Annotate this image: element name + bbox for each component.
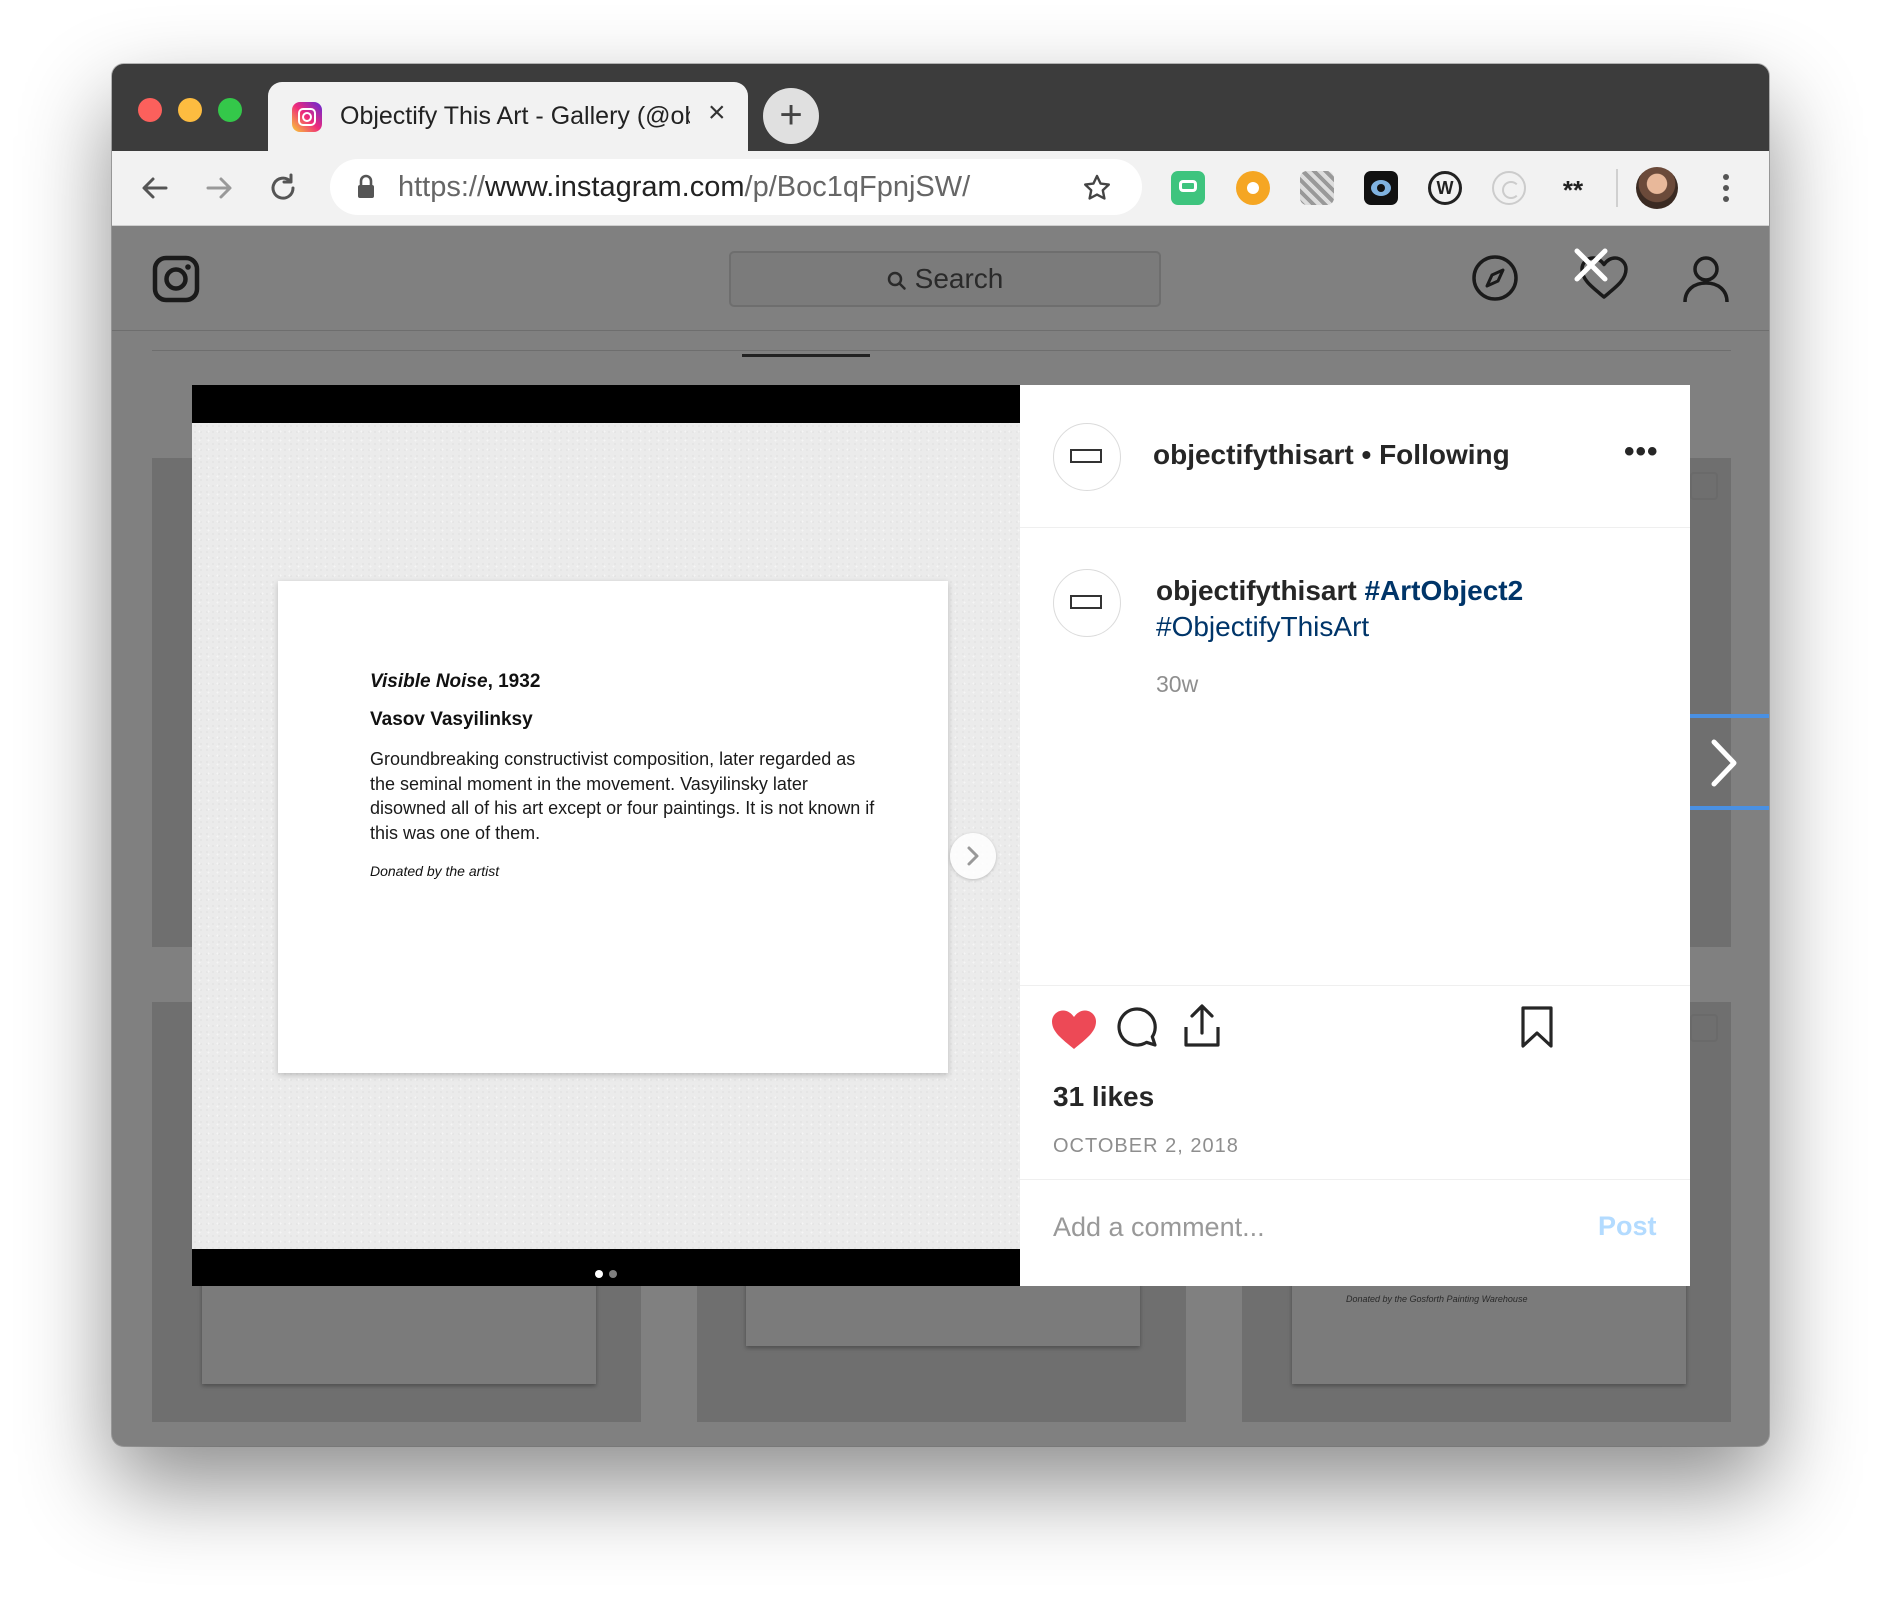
tab-title: Objectify This Art - Gallery (@objectify…	[340, 102, 690, 130]
eye-extension-icon[interactable]	[1364, 171, 1398, 205]
more-options-icon[interactable]: •••	[1624, 435, 1659, 469]
artwork-credit: Donated by the artist	[370, 863, 500, 879]
post-comment-button[interactable]: Post	[1598, 1211, 1657, 1242]
carousel-dot	[609, 1270, 617, 1278]
asterisk-extension-icon[interactable]: **	[1556, 171, 1590, 205]
museum-label-card: Visible Noise, 1932 Vasov Vasyilinksy Gr…	[278, 581, 948, 1073]
kebab-menu-icon[interactable]	[1720, 169, 1732, 207]
browser-toolbar: https://www.instagram.com/p/Boc1qFpnjSW/…	[112, 151, 1769, 226]
w-extension-icon[interactable]: W	[1428, 171, 1462, 205]
instagram-logo-icon[interactable]	[152, 255, 200, 303]
close-icon[interactable]	[1572, 246, 1610, 284]
search-placeholder: Search	[914, 263, 1004, 294]
lock-icon	[358, 174, 374, 198]
follow-separator: •	[1361, 439, 1372, 470]
artwork-description: Groundbreaking constructivist compositio…	[370, 749, 875, 843]
url-text[interactable]: https://www.instagram.com/p/Boc1qFpnjSW/	[398, 171, 970, 204]
caption-username-link[interactable]: objectifythisart	[1156, 575, 1357, 606]
post-media: Visible Noise, 1932 Vasov Vasyilinksy Gr…	[192, 385, 1020, 1286]
profile-avatar[interactable]	[1636, 167, 1678, 209]
title-bar: Objectify This Art - Gallery (@objectify…	[112, 64, 1769, 151]
author-username-link[interactable]: objectifythisart	[1153, 439, 1354, 470]
artwork-artist: Vasov Vasyilinksy	[370, 709, 533, 730]
explore-compass-icon[interactable]	[1470, 253, 1520, 303]
browser-tab[interactable]: Objectify This Art - Gallery (@objectify…	[268, 82, 748, 151]
chevron-right-icon	[967, 846, 979, 866]
instagram-header: Search	[112, 225, 1769, 357]
url-scheme: https://	[398, 171, 486, 203]
chevron-right-icon	[1711, 739, 1737, 787]
address-bar[interactable]: https://www.instagram.com/p/Boc1qFpnjSW/	[330, 159, 1142, 215]
chat-extension-icon[interactable]	[1171, 171, 1205, 205]
likes-count[interactable]: 31 likes	[1053, 1081, 1154, 1113]
back-arrow-icon[interactable]	[138, 171, 172, 205]
browser-window: Objectify This Art - Gallery (@objectify…	[112, 64, 1769, 1446]
artwork-title: Visible Noise, 1932	[370, 671, 540, 693]
swirl-extension-icon[interactable]	[1492, 171, 1526, 205]
maximize-window-button[interactable]	[218, 98, 242, 122]
post-author: objectifythisart • Following	[1153, 439, 1510, 471]
post-header: objectifythisart • Following •••	[1020, 385, 1690, 528]
profile-person-icon[interactable]	[1682, 253, 1736, 305]
grid-card-credit: Donated by the Gosforth Painting Warehou…	[1346, 1294, 1528, 1304]
following-status[interactable]: Following	[1379, 439, 1510, 470]
post-photo: Visible Noise, 1932 Vasov Vasyilinksy Gr…	[192, 423, 1020, 1278]
next-post-button[interactable]	[1690, 714, 1769, 810]
artwork-name: Visible Noise	[370, 671, 488, 692]
artwork-year: , 1932	[487, 671, 541, 692]
caption: objectifythisart #ArtObject2 #ObjectifyT…	[1156, 575, 1523, 643]
search-box[interactable]: Search	[729, 251, 1161, 307]
save-bookmark-icon[interactable]	[1520, 1005, 1554, 1049]
toolbar-divider	[1616, 169, 1618, 207]
reload-icon[interactable]	[266, 171, 300, 205]
caption-avatar[interactable]	[1053, 569, 1121, 637]
comment-input[interactable]	[1053, 1197, 1553, 1257]
carousel-dot-active	[595, 1270, 603, 1278]
active-tab-indicator	[742, 354, 870, 357]
url-path: /p/Boc1qFpnjSW/	[744, 171, 971, 203]
post-date[interactable]: OCTOBER 2, 2018	[1053, 1135, 1239, 1158]
caption-age[interactable]: 30w	[1156, 671, 1198, 698]
carousel-next-button[interactable]	[950, 833, 996, 879]
post-side-panel: objectifythisart • Following ••• objecti…	[1020, 385, 1690, 1286]
comment-divider	[1020, 1179, 1690, 1180]
actions-divider	[1020, 985, 1690, 986]
like-heart-icon[interactable]	[1050, 1009, 1098, 1051]
instagram-favicon-icon	[292, 102, 322, 132]
gear-extension-icon[interactable]	[1236, 171, 1270, 205]
user-avatar[interactable]	[1053, 423, 1121, 491]
close-window-button[interactable]	[138, 98, 162, 122]
post-modal: Visible Noise, 1932 Vasov Vasyilinksy Gr…	[192, 385, 1690, 1286]
pattern-extension-icon[interactable]	[1300, 171, 1334, 205]
tab-close-icon[interactable]: ×	[708, 96, 726, 130]
hashtag-link[interactable]: #ArtObject2	[1364, 575, 1523, 606]
multi-post-icon	[1690, 1014, 1718, 1042]
url-host: www.instagram.com	[485, 171, 745, 203]
profile-divider	[152, 350, 1731, 351]
search-icon	[887, 271, 906, 290]
new-tab-button[interactable]: +	[763, 88, 819, 144]
bookmark-star-icon[interactable]	[1082, 173, 1112, 203]
multi-post-icon	[1690, 472, 1718, 500]
hashtag-link[interactable]: #ObjectifyThisArt	[1156, 611, 1523, 643]
forward-arrow-icon[interactable]	[202, 171, 236, 205]
minimize-window-button[interactable]	[178, 98, 202, 122]
share-icon[interactable]	[1182, 1003, 1222, 1049]
comment-bubble-icon[interactable]	[1115, 1005, 1159, 1049]
